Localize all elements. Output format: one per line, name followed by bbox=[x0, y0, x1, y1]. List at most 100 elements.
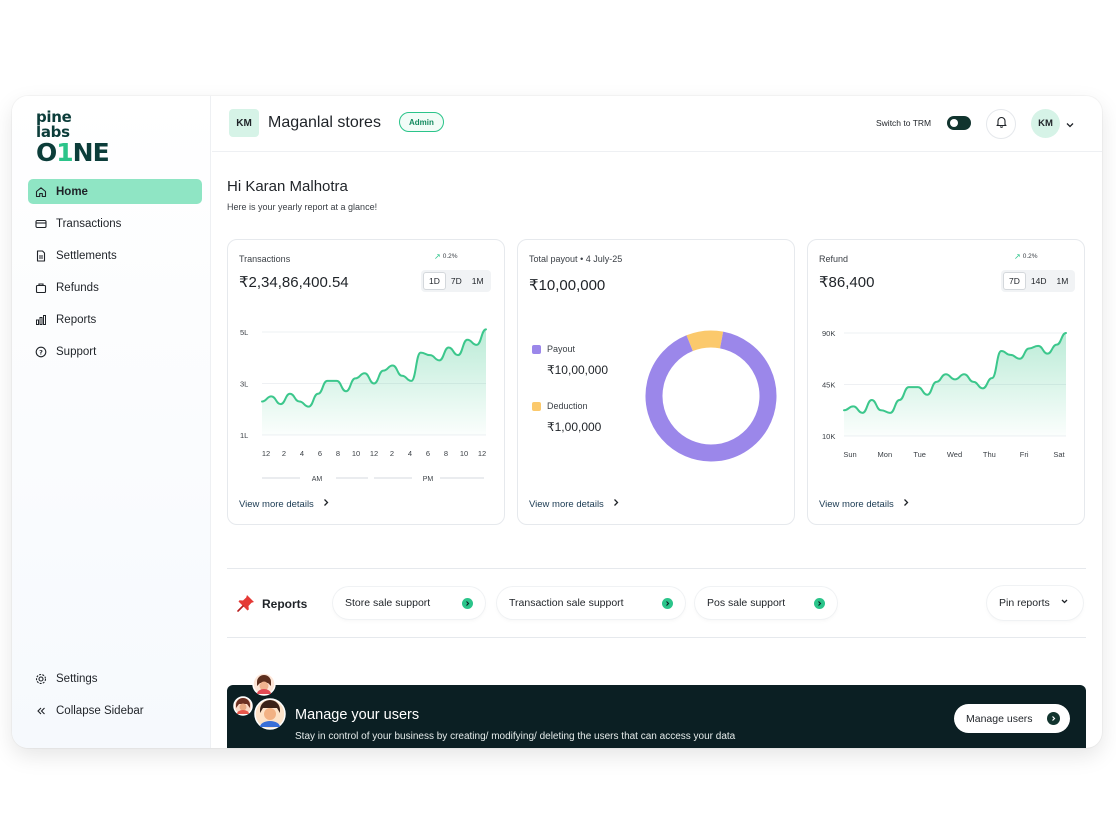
y-tick-label: 45K bbox=[822, 381, 835, 390]
avatar-girl-icon bbox=[233, 696, 253, 716]
sidebar-item-reports[interactable]: Reports bbox=[28, 307, 202, 332]
bell-icon bbox=[995, 115, 1008, 133]
sidebar-nav: Home Transactions Settlements Refunds Re… bbox=[28, 179, 202, 371]
x-tick-label: Fri bbox=[1020, 450, 1029, 459]
store-avatar: KM bbox=[229, 109, 259, 137]
chevron-right-circle-icon bbox=[1047, 712, 1060, 725]
bag-icon bbox=[34, 281, 48, 295]
refund-chart: 90K 45K 10K Sun Mon Tue Wed Thu Fri Sat bbox=[822, 329, 1067, 459]
manage-users-button[interactable]: Manage users bbox=[954, 704, 1070, 733]
top-bar: KM Maganlal stores Admin Switch to TRM K… bbox=[212, 96, 1102, 152]
x-tick-label: 10 bbox=[352, 449, 360, 458]
chevron-right-circle-icon bbox=[462, 597, 473, 609]
x-tick-label: Thu bbox=[983, 450, 996, 459]
view-more-link[interactable]: View more details bbox=[239, 498, 330, 510]
donut-slice-payout bbox=[645, 331, 777, 462]
x-tick-label: 6 bbox=[426, 449, 430, 458]
avatar-woman-icon bbox=[252, 672, 276, 696]
card-icon bbox=[34, 217, 48, 231]
transactions-chart: 5L 3L 1L 12 2 4 6 8 10 12 2 4 6 8 10 12 AM PM bbox=[240, 328, 487, 483]
main-content: Hi Karan Malhotra Here is your yearly re… bbox=[212, 153, 1102, 748]
x-tick-label: 4 bbox=[300, 449, 304, 458]
chevron-right-icon bbox=[322, 498, 330, 510]
x-tick-label: Wed bbox=[947, 450, 962, 459]
chevron-down-icon bbox=[1060, 597, 1069, 609]
users-illustration bbox=[224, 670, 290, 734]
gear-icon bbox=[34, 672, 48, 686]
period-label: PM bbox=[423, 476, 434, 483]
sidebar-item-label: Support bbox=[56, 345, 97, 358]
x-tick-label: 12 bbox=[478, 449, 486, 458]
chip-label: Store sale support bbox=[345, 597, 431, 609]
sidebar-item-settings[interactable]: Settings bbox=[28, 666, 202, 691]
sidebar-item-label: Refunds bbox=[56, 281, 99, 294]
x-tick-label: 12 bbox=[370, 449, 378, 458]
home-icon bbox=[34, 185, 48, 199]
sidebar-item-label: Settlements bbox=[56, 249, 117, 262]
report-chip-transaction-sale[interactable]: Transaction sale support bbox=[497, 587, 685, 619]
notifications-button[interactable] bbox=[986, 109, 1016, 139]
x-tick-label: 8 bbox=[336, 449, 340, 458]
sidebar-footer: Settings Collapse Sidebar bbox=[28, 666, 202, 730]
banner-subtitle: Stay in control of your business by crea… bbox=[295, 731, 736, 742]
view-more-link[interactable]: View more details bbox=[529, 498, 620, 510]
banner-title: Manage your users bbox=[295, 707, 420, 723]
logo-one: O1NE bbox=[36, 138, 110, 167]
bar-chart-icon bbox=[34, 313, 48, 327]
pin-reports-dropdown[interactable]: Pin reports bbox=[987, 586, 1083, 620]
x-tick-label: 2 bbox=[390, 449, 394, 458]
sidebar-item-transactions[interactable]: Transactions bbox=[28, 211, 202, 236]
report-chip-store-sale[interactable]: Store sale support bbox=[333, 587, 485, 619]
pine-labs-logo[interactable]: pine labs O1NE bbox=[36, 108, 110, 167]
y-tick-label: 5L bbox=[240, 328, 248, 337]
app-window: pine labs O1NE Home Transactions Settlem… bbox=[12, 96, 1102, 748]
payout-donut-chart bbox=[645, 330, 777, 462]
report-chip-pos-sale[interactable]: Pos sale support bbox=[695, 587, 837, 619]
x-tick-label: 2 bbox=[282, 449, 286, 458]
sidebar-item-settlements[interactable]: Settlements bbox=[28, 243, 202, 268]
y-tick-label: 10K bbox=[822, 432, 835, 441]
reports-bar: Reports Store sale support Transaction s… bbox=[227, 568, 1086, 638]
x-tick-label: 6 bbox=[318, 449, 322, 458]
chevron-right-circle-icon bbox=[662, 597, 673, 609]
role-badge: Admin bbox=[399, 112, 444, 132]
refund-card: Refund ₹86,400 ↗ 0.2% 7D 14D 1M 90K 45K 10… bbox=[807, 239, 1085, 525]
pin-reports-label: Pin reports bbox=[999, 597, 1050, 609]
sidebar-item-label: Home bbox=[56, 185, 88, 198]
sidebar: pine labs O1NE Home Transactions Settlem… bbox=[12, 96, 211, 748]
user-avatar[interactable]: KM bbox=[1031, 109, 1060, 138]
logo-wordmark: pine labs bbox=[36, 108, 72, 141]
x-tick-label: 10 bbox=[460, 449, 468, 458]
reports-title: Reports bbox=[262, 597, 308, 611]
sidebar-item-home[interactable]: Home bbox=[28, 179, 202, 204]
chevron-right-icon bbox=[902, 498, 910, 510]
double-chevron-left-icon bbox=[34, 704, 48, 718]
view-more-label: View more details bbox=[819, 498, 894, 510]
view-more-link[interactable]: View more details bbox=[819, 498, 910, 510]
x-tick-label: 4 bbox=[408, 449, 412, 458]
switch-trm-toggle[interactable] bbox=[947, 116, 971, 130]
x-tick-label: Sat bbox=[1053, 450, 1065, 459]
svg-text:?: ? bbox=[39, 348, 43, 356]
payout-card: Total payout • 4 July-25 ₹10,00,000 Payo… bbox=[517, 239, 795, 525]
chevron-right-icon bbox=[612, 498, 620, 510]
sidebar-item-label: Collapse Sidebar bbox=[56, 704, 144, 717]
sidebar-item-label: Reports bbox=[56, 313, 97, 326]
greeting-subtitle: Here is your yearly report at a glance! bbox=[227, 202, 378, 212]
sidebar-item-refunds[interactable]: Refunds bbox=[28, 275, 202, 300]
donut-slice-deduction bbox=[686, 330, 724, 352]
greeting-title: Hi Karan Malhotra bbox=[227, 178, 348, 195]
sidebar-item-support[interactable]: ? Support bbox=[28, 339, 202, 364]
chevron-down-icon[interactable] bbox=[1065, 117, 1075, 135]
document-icon bbox=[34, 249, 48, 263]
view-more-label: View more details bbox=[529, 498, 604, 510]
y-tick-label: 90K bbox=[822, 329, 835, 338]
pushpin-icon bbox=[236, 593, 256, 618]
manage-users-banner: Manage your users Stay in control of you… bbox=[227, 685, 1086, 748]
x-tick-label: Mon bbox=[878, 450, 893, 459]
manage-users-label: Manage users bbox=[966, 712, 1033, 725]
x-tick-label: 8 bbox=[444, 449, 448, 458]
chip-label: Transaction sale support bbox=[509, 597, 624, 609]
collapse-sidebar-button[interactable]: Collapse Sidebar bbox=[28, 698, 202, 723]
sidebar-item-label: Settings bbox=[56, 672, 98, 685]
